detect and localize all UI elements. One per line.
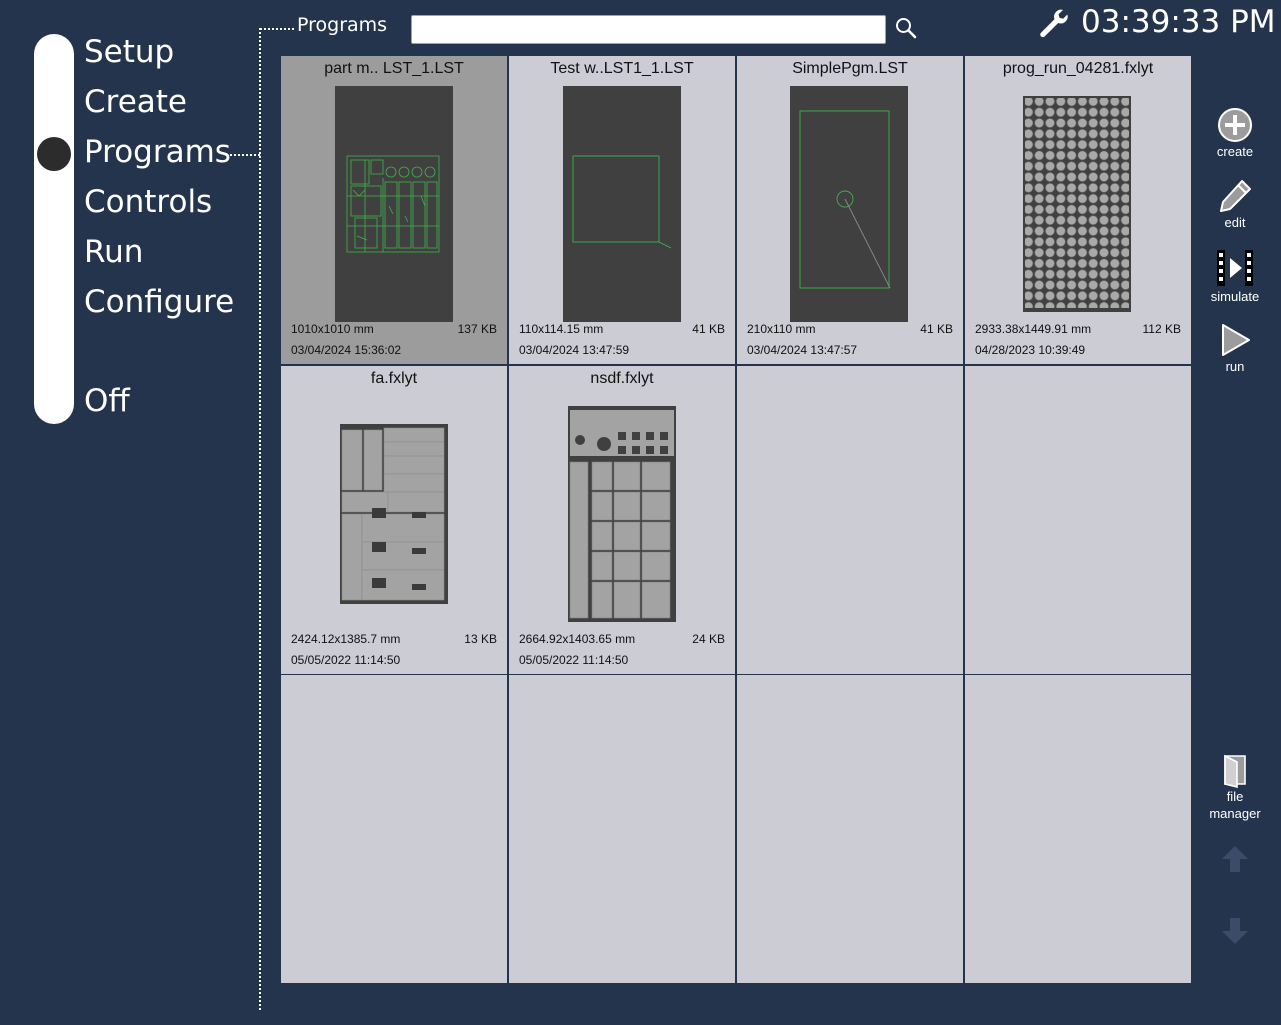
arrow-down-icon <box>1222 918 1248 944</box>
section-divider-line <box>259 28 261 1010</box>
file-manager-label-line1: file <box>1226 789 1244 804</box>
create-button[interactable]: create <box>1201 107 1269 160</box>
program-dimensions: 210x110 mm <box>747 322 816 336</box>
program-thumbnail <box>790 86 908 322</box>
section-title: Programs <box>297 14 388 36</box>
folder-door-icon <box>1224 754 1246 788</box>
program-thumbnail <box>340 424 448 604</box>
run-button[interactable]: run <box>1201 322 1269 375</box>
create-label: create <box>1216 144 1254 159</box>
program-card-prog-run[interactable]: prog_run_04281.fxlyt 2933.38x1449.91 mm … <box>965 56 1191 364</box>
section-title-leader <box>260 28 294 30</box>
program-dimensions: 2424.12x1385.7 mm <box>291 632 401 646</box>
file-manager-button[interactable]: file manager <box>1201 754 1269 822</box>
film-play-icon <box>1217 250 1253 286</box>
program-dimensions: 2664.92x1403.65 mm <box>519 632 636 646</box>
program-date: 05/05/2022 11:14:50 <box>519 653 629 667</box>
program-date: 04/28/2023 10:39:49 <box>975 343 1086 357</box>
run-label: run <box>1225 359 1245 374</box>
program-thumbnail <box>1023 96 1131 312</box>
arrow-up-icon <box>1222 846 1248 872</box>
program-dimensions: 110x114.15 mm <box>519 322 604 336</box>
page-down-button[interactable] <box>1201 916 1269 946</box>
program-card-test-lst[interactable]: Test w..LST1_1.LST 110x114.15 mm 41 KB 0… <box>509 56 735 364</box>
program-thumbnail <box>563 86 681 322</box>
nav-item-programs[interactable]: Programs <box>84 134 231 170</box>
simulate-button[interactable]: simulate <box>1201 248 1269 305</box>
program-file-size: 41 KB <box>692 322 725 336</box>
edit-button[interactable]: edit <box>1201 178 1269 231</box>
program-file-size: 24 KB <box>692 632 725 646</box>
file-manager-label-line2: manager <box>1209 806 1261 821</box>
search-input[interactable] <box>411 15 886 44</box>
program-file-size: 137 KB <box>457 322 497 336</box>
empty-slot <box>965 675 1191 983</box>
nav-item-create[interactable]: Create <box>84 84 187 120</box>
empty-slot <box>737 366 963 674</box>
program-thumbnail <box>335 86 453 322</box>
page-up-button[interactable] <box>1201 844 1269 874</box>
nav-item-controls[interactable]: Controls <box>84 184 212 220</box>
play-icon <box>1222 324 1250 356</box>
program-card-part-lst[interactable]: part m.. LST_1.LST 1010x1010 mm 137 KB 0… <box>281 56 507 364</box>
plus-circle-icon <box>1218 108 1252 142</box>
program-file-size: 112 KB <box>1142 322 1181 336</box>
nav-item-off[interactable]: Off <box>84 383 130 419</box>
program-grid: part m.. LST_1.LST 1010x1010 mm 137 KB 0… <box>281 56 1191 983</box>
program-dimensions: 1010x1010 mm <box>291 322 374 336</box>
program-card-nsdf[interactable]: nsdf.fxlyt 2664.92x1403.65 mm 24 KB 05/0… <box>509 366 735 674</box>
wrench-icon[interactable] <box>1037 7 1071 41</box>
program-name: part m.. LST_1.LST <box>324 60 464 77</box>
program-date: 03/04/2024 15:36:02 <box>291 343 402 357</box>
empty-slot <box>965 366 1191 674</box>
nav-selected-indicator <box>37 137 71 171</box>
program-name: SimplePgm.LST <box>792 60 908 77</box>
program-thumbnail <box>568 406 676 622</box>
program-name: Test w..LST1_1.LST <box>550 60 694 77</box>
search-icon[interactable] <box>894 16 918 40</box>
program-date: 05/05/2022 11:14:50 <box>291 653 401 667</box>
nav-item-configure[interactable]: Configure <box>84 284 234 320</box>
empty-slot <box>281 675 507 983</box>
program-date: 03/04/2024 13:47:59 <box>519 343 630 357</box>
empty-slot <box>737 675 963 983</box>
nav-item-setup[interactable]: Setup <box>84 34 174 70</box>
nav-connector-line <box>226 154 260 156</box>
program-file-size: 13 KB <box>464 632 497 646</box>
program-dimensions: 2933.38x1449.91 mm <box>975 322 1092 336</box>
empty-slot <box>509 675 735 983</box>
program-card-simplepgm[interactable]: SimplePgm.LST 210x110 mm 41 KB 03/04/202… <box>737 56 963 364</box>
program-name: fa.fxlyt <box>370 370 418 387</box>
program-name: prog_run_04281.fxlyt <box>1002 60 1154 77</box>
simulate-label: simulate <box>1210 289 1260 304</box>
nav-item-run[interactable]: Run <box>84 234 143 270</box>
pencil-icon <box>1220 180 1251 212</box>
program-file-size: 41 KB <box>920 322 953 336</box>
program-name: nsdf.fxlyt <box>590 370 654 387</box>
program-date: 03/04/2024 13:47:57 <box>747 343 858 357</box>
edit-label: edit <box>1224 215 1246 230</box>
clock: 03:39:33 PM <box>1081 4 1276 40</box>
nav-rail <box>34 34 74 424</box>
program-card-fa[interactable]: fa.fxlyt 2424.12x1385.7 mm 13 KB 05/05/2… <box>281 366 507 674</box>
